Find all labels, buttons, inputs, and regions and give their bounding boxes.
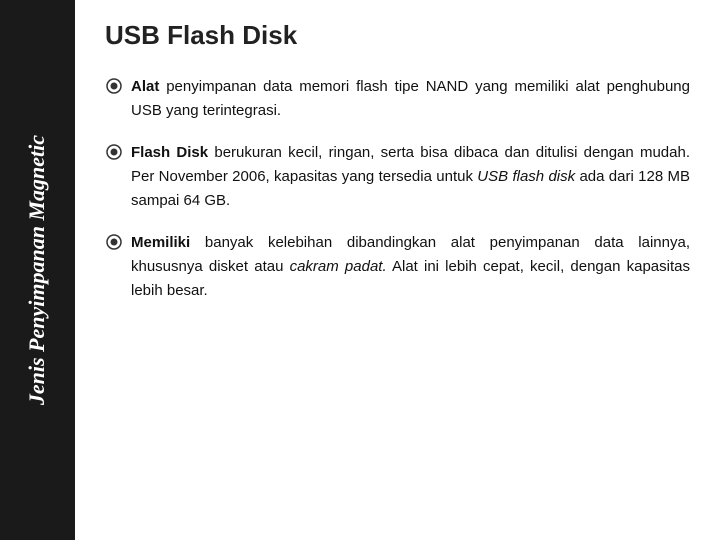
- bullet-item-3: Memiliki banyak kelebihan dibandingkan a…: [105, 231, 690, 303]
- bullet-italic-3: cakram padat.: [290, 258, 387, 275]
- page-title: USB Flash Disk: [105, 20, 690, 51]
- bullet-icon-2: [105, 143, 123, 161]
- bullet-label-3: Memiliki: [131, 234, 190, 251]
- main-content: USB Flash Disk Alat penyimpanan data mem…: [75, 0, 720, 540]
- bullet-text-2: Flash Disk berukuran kecil, ringan, sert…: [131, 141, 690, 213]
- bullet-label-1: Alat: [131, 78, 159, 95]
- bullet-label-2: Flash Disk: [131, 144, 208, 161]
- bullet-item-1: Alat penyimpanan data memori flash tipe …: [105, 75, 690, 123]
- bullet-item-2: Flash Disk berukuran kecil, ringan, sert…: [105, 141, 690, 213]
- sidebar: Jenis Penyimpanan Magnetic: [0, 0, 75, 540]
- bullet-icon-3: [105, 233, 123, 251]
- sidebar-label: Jenis Penyimpanan Magnetic: [24, 135, 50, 405]
- bullet-icon-1: [105, 77, 123, 95]
- bullet-text-3: Memiliki banyak kelebihan dibandingkan a…: [131, 231, 690, 303]
- bullet-italic-2: USB flash disk: [477, 168, 575, 185]
- bullet-body-1: penyimpanan data memori flash tipe NAND …: [131, 78, 690, 119]
- bullet-text-1: Alat penyimpanan data memori flash tipe …: [131, 75, 690, 123]
